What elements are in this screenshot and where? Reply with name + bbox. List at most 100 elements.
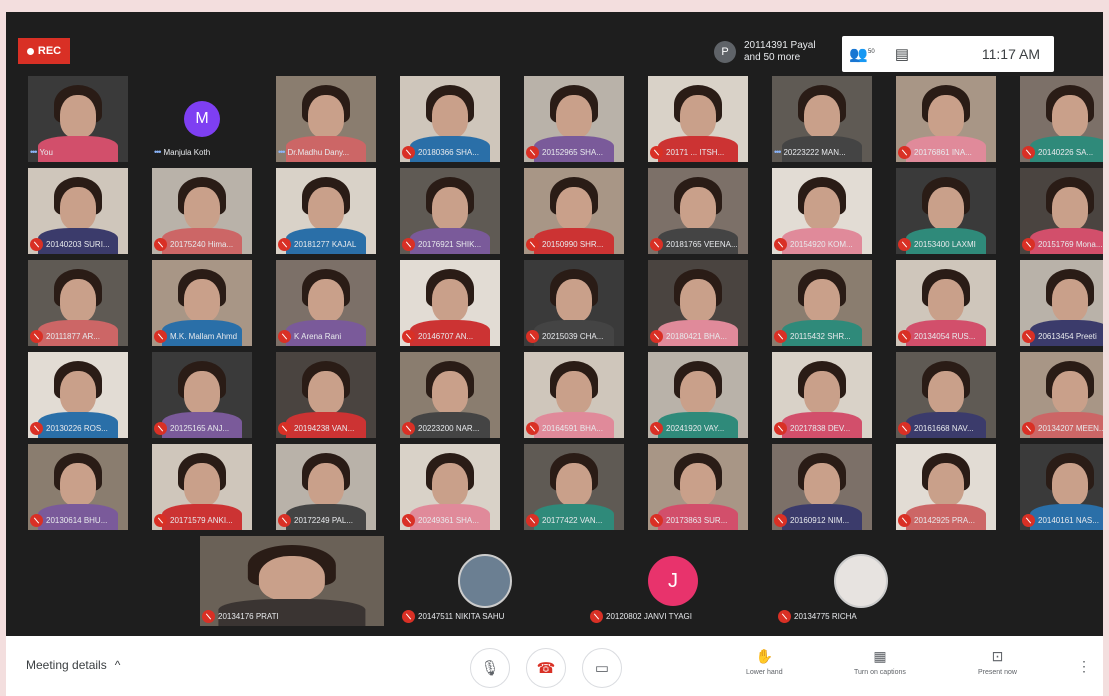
participant-name-row: 20223200 NAR...: [402, 421, 498, 435]
participant-tile[interactable]: 20115432 SHR...: [772, 260, 872, 346]
participant-tile[interactable]: ••• Dr.Madhu Dany...: [276, 76, 376, 162]
participant-name-row: 20175240 Hima...: [154, 237, 250, 251]
bottom-bar: Meeting details ^ 🎙 ☎ ▭ ✋ Lower hand ▦ Turn…: [6, 636, 1103, 696]
participant-name-row: 20215039 CHA...: [526, 329, 622, 343]
participant-tile[interactable]: 20153400 LAXMI: [896, 168, 996, 254]
meet-screen: REC P 20114391 Payal and 50 more 👥50 ▤ 1…: [6, 12, 1103, 696]
participant-tile[interactable]: 20161668 NAV...: [896, 352, 996, 438]
participant-tile[interactable]: M ••• Manjula Koth: [152, 76, 252, 162]
participant-tile[interactable]: 20160912 NIM...: [772, 444, 872, 530]
mic-muted-icon: [526, 513, 539, 527]
mic-muted-icon: [650, 329, 663, 343]
participant-tile[interactable]: 20130226 ROS...: [28, 352, 128, 438]
participant-name: 20140161 NAS...: [1038, 515, 1099, 525]
chat-icon[interactable]: ▤: [882, 45, 922, 63]
participant-tile[interactable]: 20134775 RICHA: [776, 536, 946, 626]
participant-tile[interactable]: 20175240 Hima...: [152, 168, 252, 254]
participant-name: 20142925 PRA...: [914, 515, 975, 525]
participant-tile[interactable]: 20142925 PRA...: [896, 444, 996, 530]
more-options-icon[interactable]: ⋮: [1077, 658, 1091, 675]
participant-name: 20120802 JANVI TYAGI: [606, 611, 692, 621]
participant-name-row: 20194238 VAN...: [278, 421, 374, 435]
participant-tile[interactable]: 20151769 Mona...: [1020, 168, 1103, 254]
participant-tile[interactable]: 20125165 ANJ...: [152, 352, 252, 438]
participant-name-row: 20180366 SHA...: [402, 145, 498, 159]
participant-tile[interactable]: 20147511 NIKITA SAHU: [400, 536, 570, 626]
participant-name-row: 20140203 SURI...: [30, 237, 126, 251]
mic-muted-icon: [154, 237, 167, 251]
participant-tile[interactable]: J 20120802 JANVI TYAGI: [588, 536, 758, 626]
participant-tile[interactable]: 20180421 BHA...: [648, 260, 748, 346]
participant-name: 20161668 NAV...: [914, 423, 974, 433]
raise-hand-button[interactable]: ✋ Lower hand: [746, 648, 783, 676]
participant-tile[interactable]: 20215039 CHA...: [524, 260, 624, 346]
participant-name-row: 20130226 ROS...: [30, 421, 126, 435]
participant-tile[interactable]: 20146707 AN...: [400, 260, 500, 346]
participant-tile[interactable]: 20150990 SHR...: [524, 168, 624, 254]
participant-face: [308, 186, 344, 230]
mic-muted-icon: [278, 421, 291, 435]
participant-tile[interactable]: 20172249 PAL...: [276, 444, 376, 530]
participant-tile[interactable]: 20181765 VEENA...: [648, 168, 748, 254]
participant-tile[interactable]: 20152965 SHA...: [524, 76, 624, 162]
profile-photo: [834, 554, 888, 608]
participant-name-row: ••• You: [30, 145, 126, 159]
microphone-button[interactable]: 🎙: [470, 648, 510, 688]
participant-tile[interactable]: ••• 20223222 MAN...: [772, 76, 872, 162]
participant-face: [1052, 462, 1088, 506]
participant-tile[interactable]: 20111877 AR...: [28, 260, 128, 346]
participant-tile[interactable]: 20181277 KAJAL: [276, 168, 376, 254]
participant-tile[interactable]: 20140226 SA...: [1020, 76, 1103, 162]
top-controls: 👥50 ▤ 11:17 AM: [842, 36, 1054, 72]
participant-tile[interactable]: 20173863 SUR...: [648, 444, 748, 530]
hangup-button[interactable]: ☎: [526, 648, 566, 688]
participant-face: [556, 186, 592, 230]
participant-name: 20154920 KOM...: [790, 239, 853, 249]
participant-tile[interactable]: ••• You: [28, 76, 128, 162]
participant-tile[interactable]: 20164591 BHA...: [524, 352, 624, 438]
participant-face: [804, 186, 840, 230]
participant-tile[interactable]: 20176861 INA...: [896, 76, 996, 162]
presenter-info[interactable]: P 20114391 Payal and 50 more: [714, 40, 816, 64]
participant-tile[interactable]: 20223200 NAR...: [400, 352, 500, 438]
participant-tile[interactable]: 20171 ... ITSH...: [648, 76, 748, 162]
participant-tile[interactable]: 20134176 PRATI: [200, 536, 384, 626]
camera-button[interactable]: ▭: [582, 648, 622, 688]
participant-tile[interactable]: K Arena Rani: [276, 260, 376, 346]
participant-tile[interactable]: 20241920 VAY...: [648, 352, 748, 438]
participant-tile[interactable]: 20134054 RUS...: [896, 260, 996, 346]
participant-name-row: M.K. Mallam Ahmd: [154, 329, 250, 343]
participant-tile[interactable]: 20180366 SHA...: [400, 76, 500, 162]
participant-tile[interactable]: 20194238 VAN...: [276, 352, 376, 438]
participant-tile[interactable]: 20176921 SHIK...: [400, 168, 500, 254]
participant-name-row: 20134207 MEEN...: [1022, 421, 1103, 435]
present-button[interactable]: ⊡ Present now: [978, 648, 1017, 676]
mic-muted-icon: [526, 329, 539, 343]
participant-tile[interactable]: 20171579 ANKI...: [152, 444, 252, 530]
participant-name-row: 20152965 SHA...: [526, 145, 622, 159]
participant-name-row: 20241920 VAY...: [650, 421, 746, 435]
participant-name-row: 20173863 SUR...: [650, 513, 746, 527]
participant-tile[interactable]: 20249361 SHA...: [400, 444, 500, 530]
participant-tile[interactable]: M.K. Mallam Ahmd: [152, 260, 252, 346]
people-icon[interactable]: 👥50: [842, 45, 882, 63]
mic-muted-icon: [778, 609, 791, 623]
meeting-details-button[interactable]: Meeting details ^: [26, 658, 120, 672]
participant-name-row: 20151769 Mona...: [1022, 237, 1103, 251]
mic-muted-icon: [154, 513, 167, 527]
participant-tile[interactable]: 20154920 KOM...: [772, 168, 872, 254]
captions-label: Turn on captions: [854, 669, 906, 676]
participant-tile[interactable]: 20140203 SURI...: [28, 168, 128, 254]
participant-face: [60, 278, 96, 322]
participant-name: 20176921 SHIK...: [418, 239, 482, 249]
participant-tile[interactable]: 20217838 DEV...: [772, 352, 872, 438]
captions-button[interactable]: ▦ Turn on captions: [854, 648, 906, 676]
participant-tile[interactable]: 20130614 BHU...: [28, 444, 128, 530]
participant-tile[interactable]: 20140161 NAS...: [1020, 444, 1103, 530]
mic-muted-icon: [774, 329, 787, 343]
mic-muted-icon: [1022, 513, 1035, 527]
participant-tile[interactable]: 20613454 Preeti: [1020, 260, 1103, 346]
participant-tile[interactable]: 20177422 VAN...: [524, 444, 624, 530]
mic-muted-icon: [898, 329, 911, 343]
participant-tile[interactable]: 20134207 MEEN...: [1020, 352, 1103, 438]
